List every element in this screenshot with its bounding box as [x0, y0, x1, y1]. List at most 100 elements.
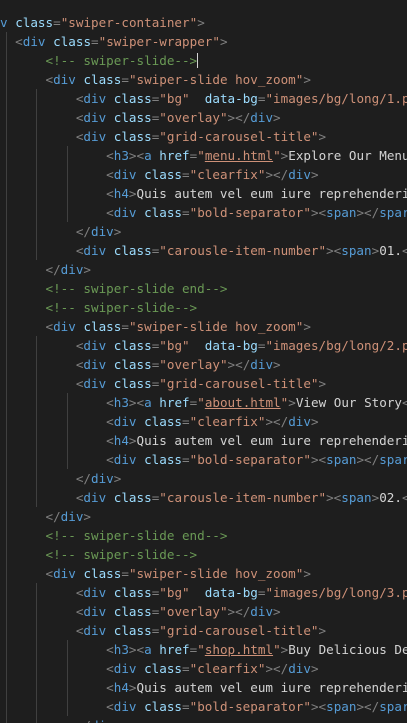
code-token-str: " — [273, 148, 281, 163]
code-line[interactable]: <div class="bg" data-bg="images/bg/long/… — [0, 336, 407, 355]
code-token-tag: span — [326, 699, 357, 714]
code-token-str: "swiper-slide hov_zoom" — [128, 566, 304, 581]
code-line[interactable]: <div class="bold-separator"><span></spar — [0, 697, 407, 716]
code-token-attr: href — [159, 148, 190, 163]
code-token-tag: div — [83, 490, 107, 505]
code-line[interactable]: <div class="bold-separator"><span></spar — [0, 450, 407, 469]
code-token-punc: >< — [310, 205, 327, 220]
code-token-url: shop.html — [204, 642, 274, 657]
code-editor[interactable]: v class="swiper-container"> <div class="… — [0, 0, 407, 723]
code-token-tag: span — [341, 490, 372, 505]
code-line[interactable]: <div class="swiper-slide hov_zoom"> — [0, 70, 311, 89]
code-line[interactable]: <div class="clearfix"></div> — [0, 165, 319, 184]
code-line[interactable]: </div> — [0, 716, 122, 723]
code-token-str: "clearfix" — [189, 661, 266, 676]
code-line[interactable]: <div class="overlay"></div> — [0, 355, 281, 374]
code-line[interactable]: <div class="carousle-item-number"><span>… — [0, 241, 407, 260]
code-token-punc: ></ — [227, 110, 251, 125]
code-line[interactable]: <div class="overlay"></div> — [0, 108, 281, 127]
code-token-punc: > — [113, 471, 122, 486]
code-line[interactable]: <!-- swiper-slide--> — [0, 51, 199, 70]
code-line[interactable]: </div> — [0, 260, 92, 279]
code-line[interactable]: <div class="grid-carousel-title"> — [0, 374, 326, 393]
code-line[interactable]: <div class="bg" data-bg="images/bg/long/… — [0, 89, 407, 108]
code-token-attr: data-bg — [204, 338, 258, 353]
code-token-punc: = — [182, 699, 190, 714]
code-line[interactable]: <!-- swiper-slide end--> — [0, 526, 228, 545]
code-token-cmt: <!-- swiper-slide--> — [45, 300, 198, 315]
code-token-tag: div — [22, 34, 46, 49]
code-token-punc: < — [106, 642, 114, 657]
code-line[interactable]: <div class="grid-carousel-title"> — [0, 127, 326, 146]
code-line[interactable]: <div class="grid-carousel-title"> — [0, 621, 326, 640]
code-token-punc: > — [310, 414, 319, 429]
code-token-tag: div — [113, 699, 137, 714]
code-token-attr: class — [113, 490, 152, 505]
code-token-text: View Our Story — [295, 395, 402, 410]
code-token-cmt: <!-- swiper-slide end--> — [45, 281, 228, 296]
code-line[interactable]: <!-- swiper-slide--> — [0, 545, 198, 564]
code-line[interactable]: v class="swiper-container"> — [0, 13, 205, 32]
code-line[interactable]: <div class="swiper-slide hov_zoom"> — [0, 564, 311, 583]
code-token-punc: > — [128, 680, 137, 695]
code-token-punc: > — [113, 224, 122, 239]
code-token-punc: >< — [326, 243, 342, 258]
code-line[interactable]: <!-- swiper-slide end--> — [0, 279, 228, 298]
code-token-attr: href — [159, 395, 190, 410]
code-token-attr: class — [113, 91, 152, 106]
code-token-punc: >< — [128, 642, 145, 657]
code-line[interactable]: <div class="clearfix"></div> — [0, 412, 319, 431]
code-line[interactable]: <div class="bg" data-bg="images/bg/long/… — [0, 583, 407, 602]
code-token-punc: ></ — [265, 167, 289, 182]
code-token-punc: > — [310, 167, 319, 182]
code-line[interactable]: <h4>Quis autem vel eum iure reprehenderi — [0, 678, 407, 697]
code-token-punc: < — [106, 186, 114, 201]
code-token-punc: </ — [45, 509, 61, 524]
code-token-attr: class — [113, 623, 152, 638]
code-line[interactable]: <div class="swiper-wrapper"> — [0, 32, 228, 51]
code-line[interactable]: <div class="clearfix"></div> — [0, 659, 318, 678]
code-token-punc: = — [182, 167, 190, 182]
code-token-punc: > — [219, 34, 228, 49]
code-line[interactable]: <h3><a href="shop.html">Buy Delicious De — [0, 640, 407, 659]
code-line[interactable]: <h4>Quis autem vel eum iure reprehenderi — [0, 184, 407, 203]
code-token-tag: span — [341, 243, 372, 258]
code-line[interactable]: </div> — [0, 469, 122, 488]
code-line[interactable]: <div class="carousle-item-number"><span>… — [0, 488, 407, 507]
code-token-attr: href — [159, 642, 190, 657]
code-line[interactable]: </div> — [0, 507, 92, 526]
code-token-attr: class — [144, 661, 183, 676]
code-token-punc: > — [273, 604, 281, 619]
code-line[interactable]: <h4>Quis autem vel eum iure reprehenderi — [0, 431, 407, 450]
code-token-str: "overlay" — [159, 110, 228, 125]
code-line[interactable]: <div class="bold-separator"><span></spar — [0, 203, 407, 222]
code-line[interactable]: <h3><a href="about.html">View Our Story< — [0, 393, 407, 412]
code-line[interactable]: </div> — [0, 222, 122, 241]
code-line[interactable]: <!-- swiper-slide--> — [0, 298, 198, 317]
code-line[interactable]: <div class="swiper-slide hov_zoom"> — [0, 317, 311, 336]
code-token-attr: class — [15, 15, 54, 30]
code-token-punc: < — [106, 452, 114, 467]
code-line[interactable]: <div class="overlay"></div> — [0, 602, 281, 621]
code-line[interactable]: <h3><a href="menu.html">Explore Our Menu — [0, 146, 407, 165]
code-token-punc: = — [91, 34, 99, 49]
code-token-attr: class — [113, 357, 152, 372]
code-token-punc: < — [106, 680, 114, 695]
code-token-punc: = — [121, 566, 129, 581]
